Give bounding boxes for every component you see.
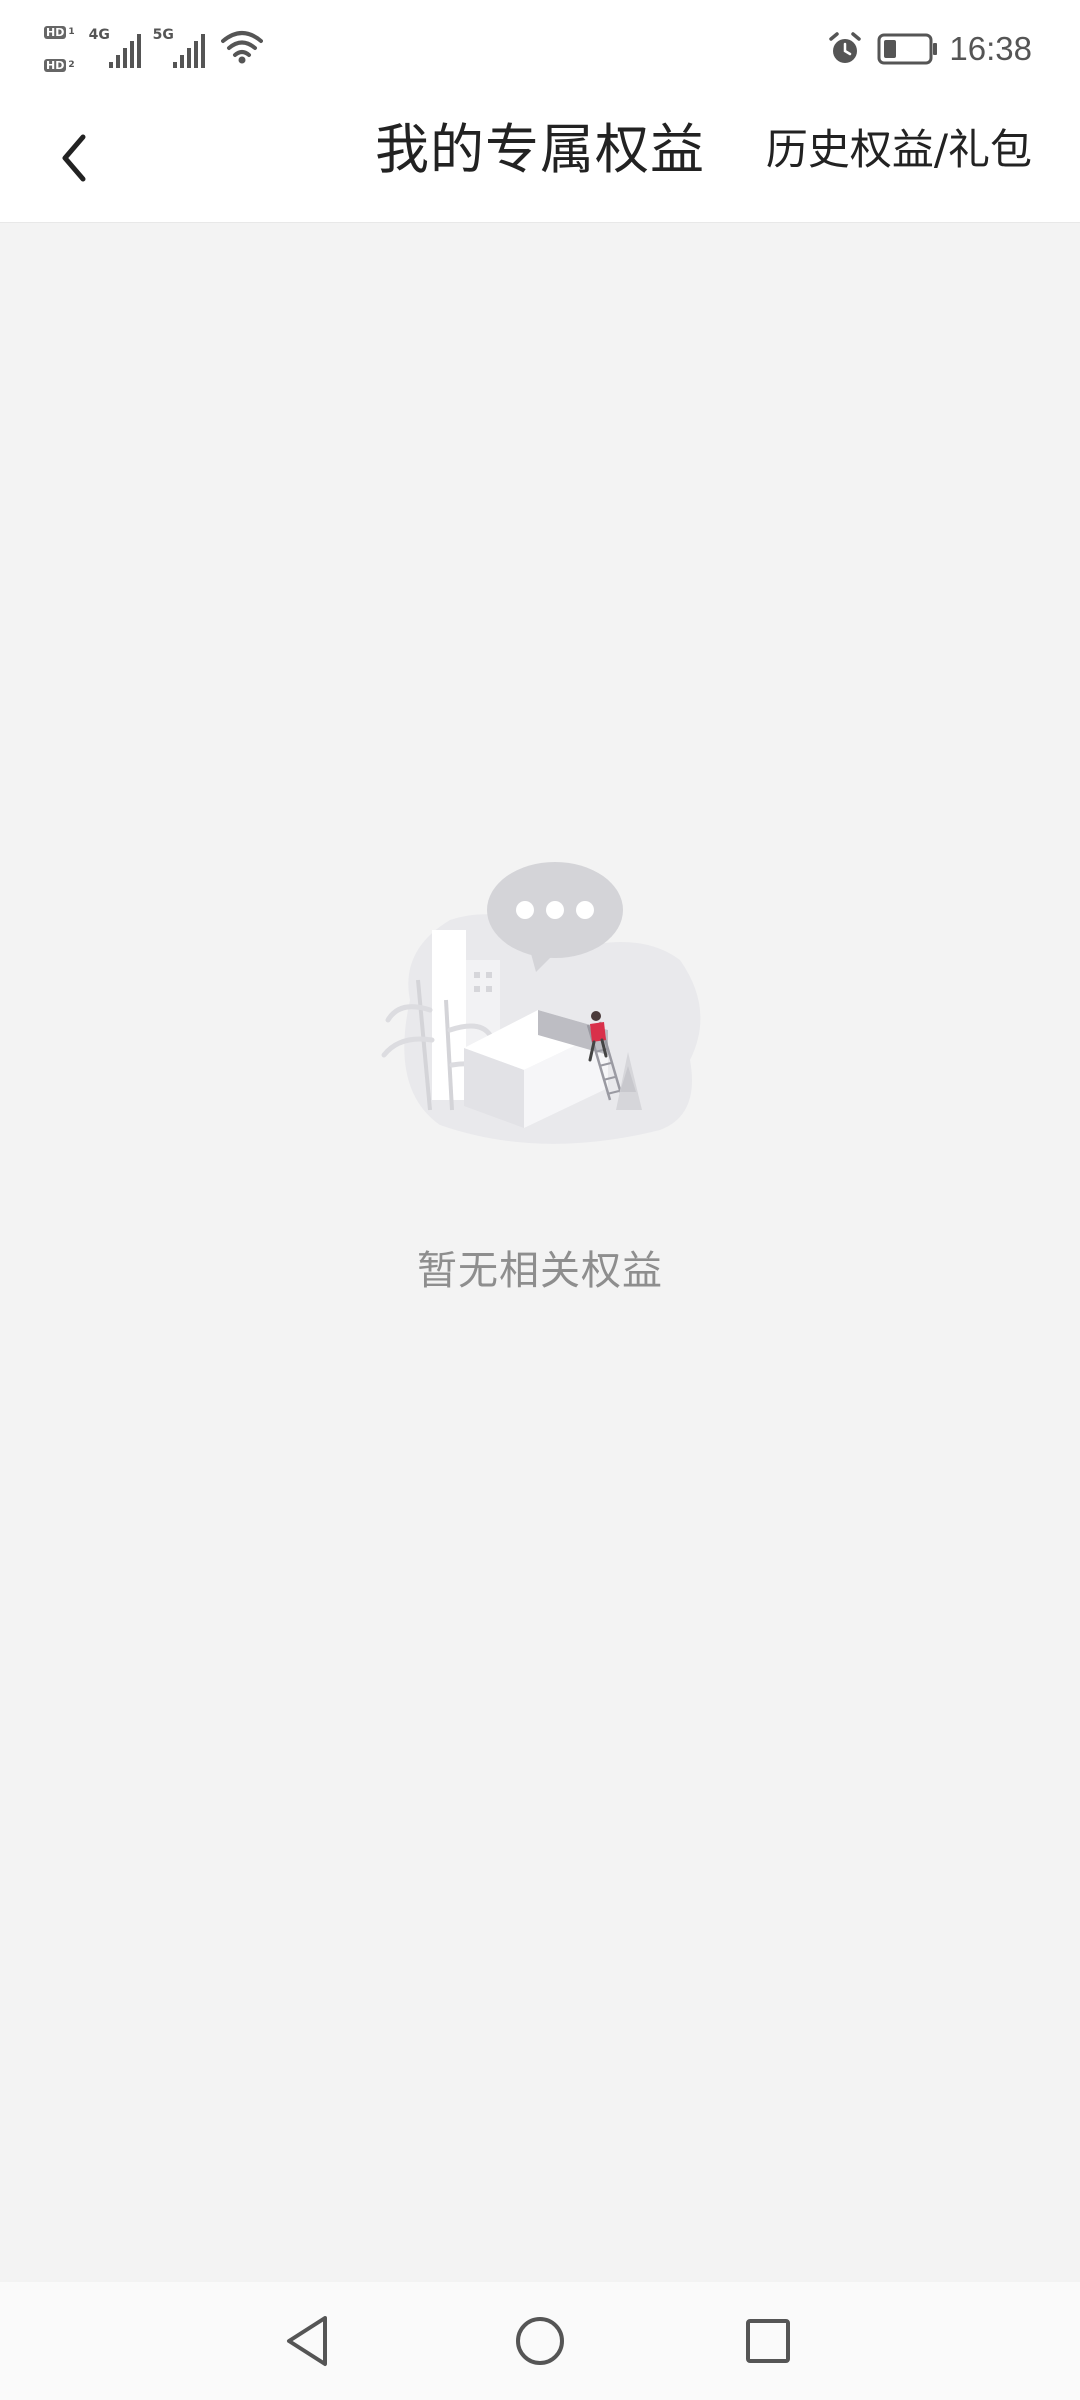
signal-sim1: 4G bbox=[89, 26, 145, 72]
battery-icon bbox=[877, 33, 938, 65]
history-benefits-link[interactable]: 历史权益/礼包 bbox=[766, 98, 1032, 202]
signal-sim2: 5G bbox=[153, 26, 209, 72]
status-time: 16:38 bbox=[949, 30, 1032, 67]
hd-icon: HD 1 bbox=[44, 26, 75, 39]
nav-home-icon bbox=[516, 2317, 564, 2365]
navigation-bar bbox=[0, 2282, 1080, 2400]
screen: HD 1 HD 2 4G 5G 16:38 我的专属权益 历史权益/礼包 暂无相… bbox=[0, 0, 1080, 2400]
title-bar: 我的专属权益 历史权益/礼包 bbox=[0, 98, 1080, 223]
signal-icon bbox=[172, 34, 205, 68]
nav-home-button[interactable] bbox=[505, 2306, 575, 2376]
hd-icon: HD 2 bbox=[44, 59, 75, 72]
nav-back-button[interactable] bbox=[273, 2306, 343, 2376]
status-bar: HD 1 HD 2 4G 5G 16:38 bbox=[0, 0, 1080, 98]
empty-illustration bbox=[381, 862, 701, 1144]
empty-message: 暂无相关权益 bbox=[417, 1248, 663, 1294]
nav-recents-icon bbox=[746, 2319, 790, 2363]
hd-indicators: HD 1 HD 2 bbox=[44, 26, 75, 72]
signal-icon bbox=[108, 34, 141, 68]
status-left: HD 1 HD 2 4G 5G bbox=[44, 24, 263, 74]
nav-back-icon bbox=[287, 2316, 327, 2366]
wifi-icon bbox=[220, 29, 263, 69]
alarm-icon bbox=[829, 32, 862, 63]
empty-state: 暂无相关权益 bbox=[0, 860, 1080, 1296]
status-right: 16:38 bbox=[827, 24, 1032, 74]
nav-recents-button[interactable] bbox=[733, 2306, 803, 2376]
